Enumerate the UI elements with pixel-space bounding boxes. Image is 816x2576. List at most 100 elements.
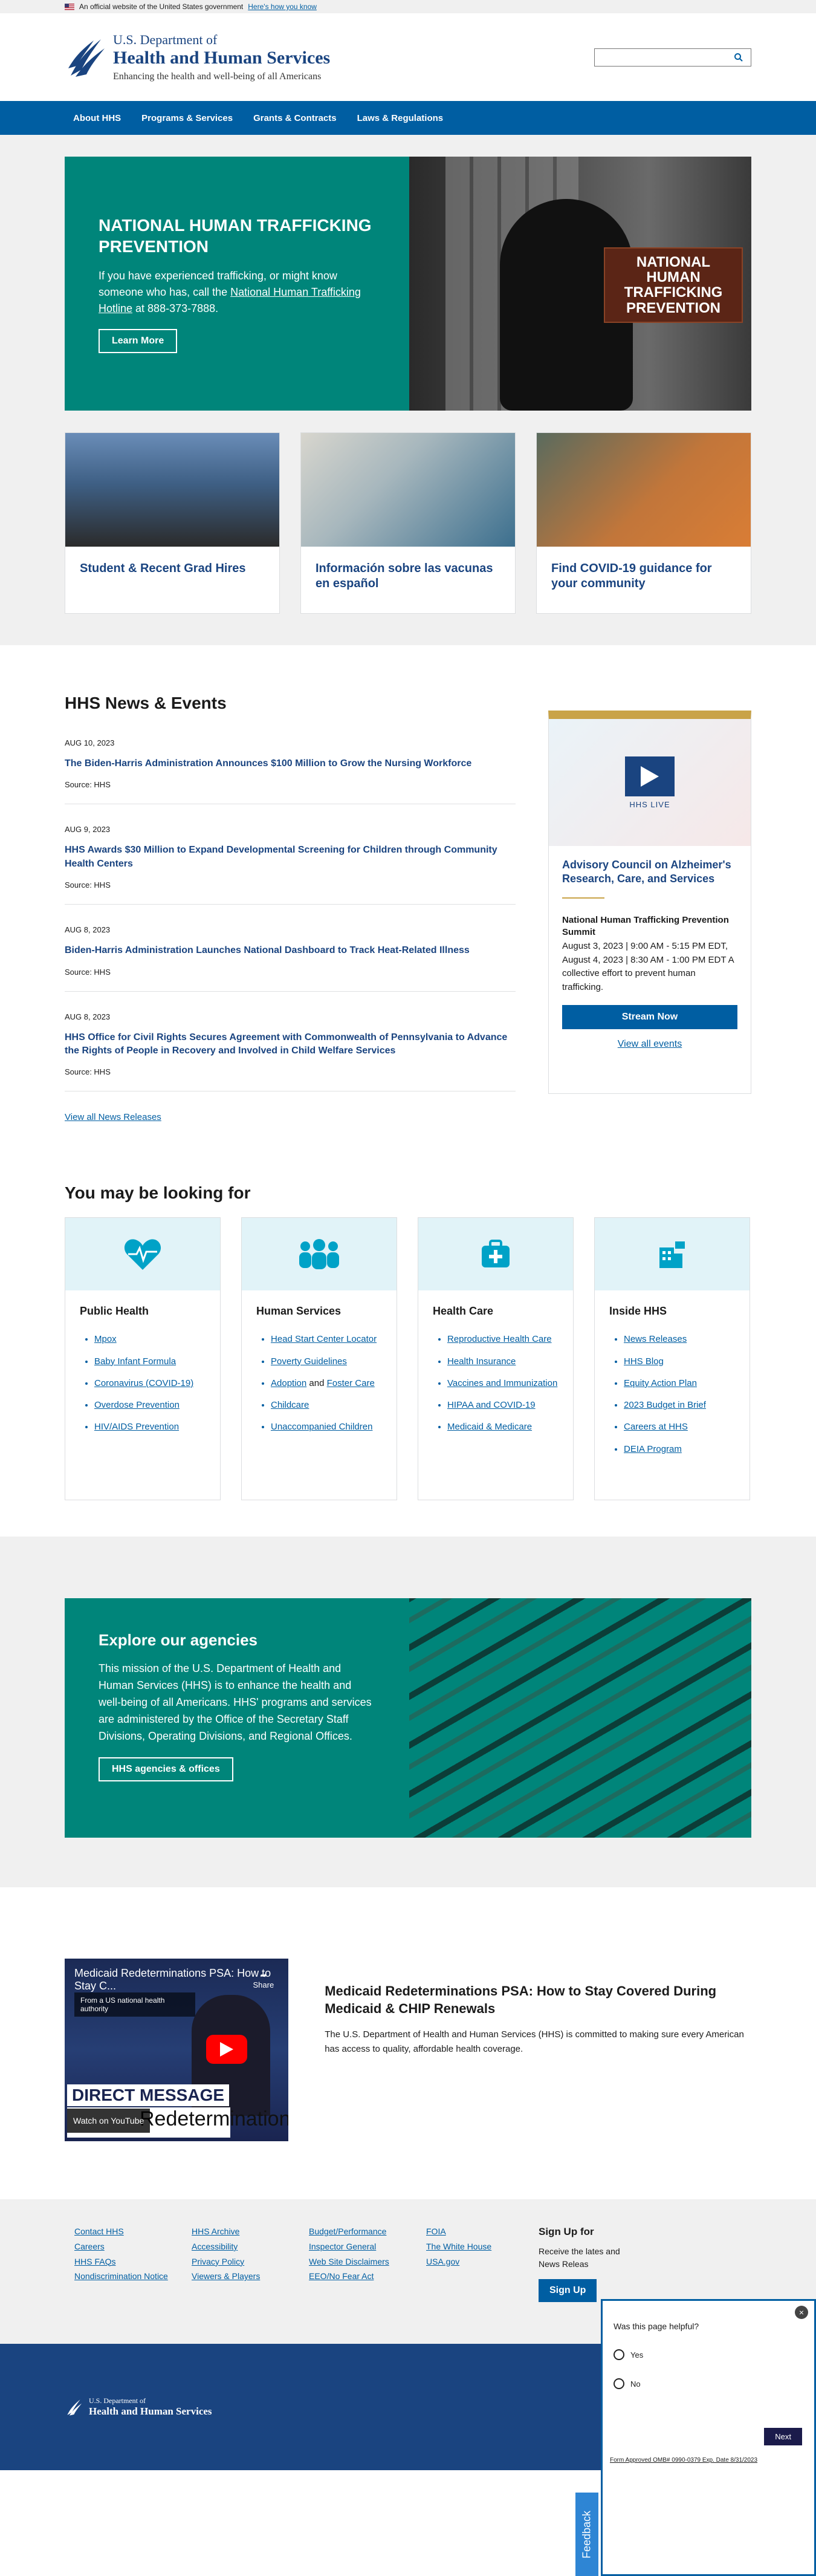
nav-about-hhs[interactable]: About HHS xyxy=(73,113,121,123)
gov-banner: An official website of the United States… xyxy=(0,0,816,13)
link-equity-action-plan[interactable]: Equity Action Plan xyxy=(624,1378,697,1388)
footer-careers[interactable]: Careers xyxy=(74,2241,192,2253)
signup-text: Receive the lates and News Releas xyxy=(539,2246,620,2269)
column-title: Public Health xyxy=(80,1305,149,1318)
news-title-link[interactable]: HHS Office for Civil Rights Secures Agre… xyxy=(65,1031,516,1058)
footer-privacy[interactable]: Privacy Policy xyxy=(192,2256,309,2268)
close-icon[interactable]: × xyxy=(795,2306,808,2319)
hero-section: NATIONAL HUMAN TRAFFICKING PREVENTION If… xyxy=(0,135,816,645)
link-health-insurance[interactable]: Health Insurance xyxy=(447,1356,516,1367)
survey-question: Was this page helpful? xyxy=(614,2321,699,2331)
view-all-news-link[interactable]: View all News Releases xyxy=(65,1112,161,1122)
survey-next-button[interactable]: Next xyxy=(764,2428,802,2445)
footer-eeo[interactable]: EEO/No Fear Act xyxy=(309,2271,426,2283)
link-baby-formula[interactable]: Baby Infant Formula xyxy=(94,1356,176,1367)
signup-button[interactable]: Sign Up xyxy=(539,2279,597,2303)
link-medicaid-medicare[interactable]: Medicaid & Medicare xyxy=(447,1422,532,1432)
link-vaccines[interactable]: Vaccines and Immunization xyxy=(447,1378,557,1388)
heres-how-you-know-link[interactable]: Here's how you know xyxy=(248,2,317,11)
news-item: AUG 8, 2023 Biden-Harris Administration … xyxy=(65,925,516,992)
agencies-section: Explore our agencies This mission of the… xyxy=(0,1537,816,1888)
hhs-live-media[interactable]: HHS LIVE xyxy=(549,719,751,846)
play-button[interactable] xyxy=(206,2035,247,2064)
radio-no[interactable] xyxy=(614,2378,624,2389)
link-hiv-aids[interactable]: HIV/AIDS Prevention xyxy=(94,1422,179,1432)
health-authority-info[interactable]: From a US national health authority xyxy=(74,1992,195,2017)
link-careers[interactable]: Careers at HHS xyxy=(624,1422,688,1432)
link-poverty-guidelines[interactable]: Poverty Guidelines xyxy=(271,1356,347,1367)
footer-usa-gov[interactable]: USA.gov xyxy=(426,2256,539,2268)
share-button[interactable]: ➦ Share xyxy=(253,1971,274,1989)
news-title-link[interactable]: Biden-Harris Administration Launches Nat… xyxy=(65,944,516,957)
link-unaccompanied-children[interactable]: Unaccompanied Children xyxy=(271,1422,372,1432)
footer-budget[interactable]: Budget/Performance xyxy=(309,2226,426,2238)
footer-faqs[interactable]: HHS FAQs xyxy=(74,2256,192,2268)
link-adoption[interactable]: Adoption xyxy=(271,1378,306,1388)
card-grad-hires[interactable]: Student & Recent Grad Hires xyxy=(65,432,280,614)
agencies-offices-button[interactable]: HHS agencies & offices xyxy=(99,1757,233,1781)
search-input[interactable] xyxy=(595,48,727,66)
search-button[interactable] xyxy=(727,48,751,66)
watch-on-youtube-button[interactable]: Watch on YouTube xyxy=(67,2109,151,2133)
footer-white-house[interactable]: The White House xyxy=(426,2241,539,2253)
link-childcare[interactable]: Childcare xyxy=(271,1400,309,1410)
trafficking-prevention-badge: NATIONAL HUMAN TRAFFICKING PREVENTION xyxy=(604,247,743,323)
stream-now-button[interactable]: Stream Now xyxy=(562,1005,737,1030)
survey-option-no[interactable]: No xyxy=(614,2378,803,2389)
news-title-link[interactable]: The Biden-Harris Administration Announce… xyxy=(65,757,516,770)
footer-contact-hhs[interactable]: Contact HHS xyxy=(74,2226,192,2238)
feedback-tab[interactable]: Feedback xyxy=(575,2493,598,2576)
survey-popup: × Was this page helpful? Yes No Next For… xyxy=(601,2299,816,2576)
inside-hhs-card: Inside HHS News Releases HHS Blog Equity… xyxy=(594,1217,750,1501)
link-overdose[interactable]: Overdose Prevention xyxy=(94,1400,180,1410)
agencies-title: Explore our agencies xyxy=(99,1631,257,1650)
card-covid-guidance[interactable]: Find COVID-19 guidance for your communit… xyxy=(536,432,751,614)
share-icon: ➦ xyxy=(260,1971,267,1980)
survey-option-yes[interactable]: Yes xyxy=(614,2349,803,2360)
link-reproductive-health[interactable]: Reproductive Health Care xyxy=(447,1334,552,1344)
footer-disclaimers[interactable]: Web Site Disclaimers xyxy=(309,2256,426,2268)
radio-yes[interactable] xyxy=(614,2349,624,2360)
view-all-events-link[interactable]: View all events xyxy=(562,1039,737,1050)
live-details: August 3, 2023 | 9:00 AM - 5:15 PM EDT, … xyxy=(562,941,734,992)
play-icon xyxy=(220,2042,233,2057)
nav-programs-services[interactable]: Programs & Services xyxy=(141,113,233,123)
news-date: AUG 8, 2023 xyxy=(65,925,111,935)
nav-laws-regulations[interactable]: Laws & Regulations xyxy=(357,113,444,123)
link-hipaa-covid[interactable]: HIPAA and COVID-19 xyxy=(447,1400,536,1410)
graduates-image xyxy=(65,433,279,547)
link-budget-brief[interactable]: 2023 Budget in Brief xyxy=(624,1400,706,1410)
site-header: U.S. Department of Health and Human Serv… xyxy=(0,13,816,101)
hero-text: If you have experienced trafficking, or … xyxy=(99,270,361,314)
signup-title: Sign Up for xyxy=(539,2226,594,2238)
link-deia[interactable]: DEIA Program xyxy=(624,1444,682,1454)
nav-grants-contracts[interactable]: Grants & Contracts xyxy=(253,113,337,123)
footer-accessibility[interactable]: Accessibility xyxy=(192,2241,309,2253)
hero-banner: NATIONAL HUMAN TRAFFICKING PREVENTION If… xyxy=(65,157,751,411)
human-services-card: Human Services Head Start Center Locator… xyxy=(241,1217,397,1501)
learn-more-button[interactable]: Learn More xyxy=(99,329,178,353)
footer-inspector[interactable]: Inspector General xyxy=(309,2241,426,2253)
dept-line2: Health and Human Services xyxy=(113,48,331,68)
news-title-link[interactable]: HHS Awards $30 Million to Expand Develop… xyxy=(65,844,516,871)
link-news-releases[interactable]: News Releases xyxy=(624,1334,687,1344)
hhs-logo[interactable]: U.S. Department of Health and Human Serv… xyxy=(65,32,330,82)
us-flag-icon xyxy=(65,3,74,10)
youtube-player[interactable]: Medicaid Redeterminations PSA: How to St… xyxy=(65,1959,289,2142)
footer-nondiscrimination[interactable]: Nondiscrimination Notice xyxy=(74,2271,192,2283)
link-covid[interactable]: Coronavirus (COVID-19) xyxy=(94,1378,193,1388)
looking-for-section: You may be looking for Public Health Mpo… xyxy=(0,1171,816,1537)
footer-archive[interactable]: HHS Archive xyxy=(192,2226,309,2238)
link-foster-care[interactable]: Foster Care xyxy=(327,1378,375,1388)
news-section: HHS News & Events AUG 10, 2023 The Biden… xyxy=(0,645,816,1171)
link-mpox[interactable]: Mpox xyxy=(94,1334,117,1344)
live-title: Advisory Council on Alzheimer's Research… xyxy=(562,859,731,885)
card-vacunas[interactable]: Información sobre las vacunas en español xyxy=(300,432,516,614)
omb-notice-link[interactable]: Form Approved OMB# 0990-0379 Exp. Date 8… xyxy=(610,2457,757,2464)
footer-logo[interactable]: U.S. Department of Health and Human Serv… xyxy=(89,2396,212,2418)
link-hhs-blog[interactable]: HHS Blog xyxy=(624,1356,664,1367)
news-source: Source: HHS xyxy=(65,780,111,790)
footer-viewers[interactable]: Viewers & Players xyxy=(192,2271,309,2283)
link-head-start[interactable]: Head Start Center Locator xyxy=(271,1334,377,1344)
footer-foia[interactable]: FOIA xyxy=(426,2226,539,2238)
